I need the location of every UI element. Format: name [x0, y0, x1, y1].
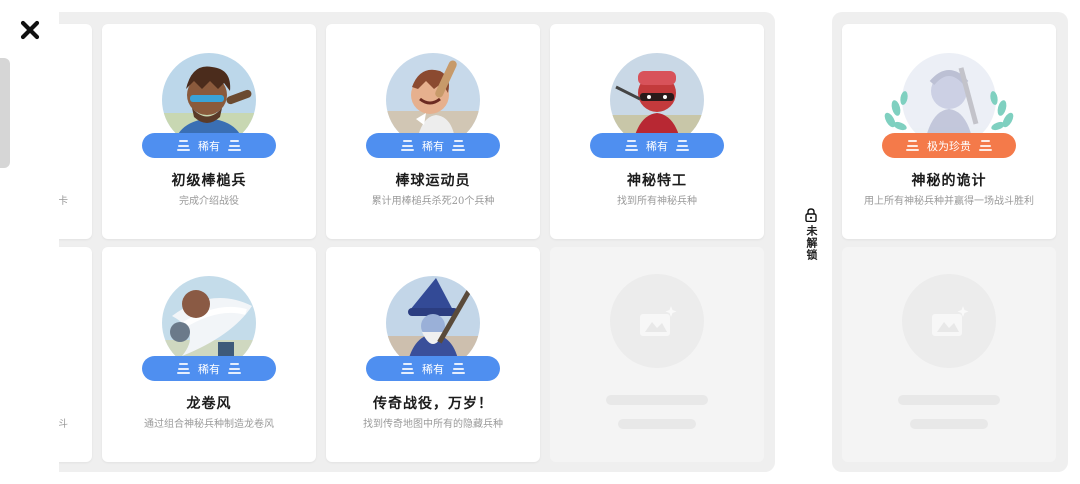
- rank-bars-icon: [228, 140, 241, 151]
- achievements-screen: 卡 斗 稀有 初级棒槌兵 完成介绍战役 稀有 棒球运动员 累计用棒槌兵杀死20个…: [0, 0, 1080, 484]
- close-icon[interactable]: [18, 18, 42, 42]
- rank-bars-icon: [452, 363, 465, 374]
- placeholder-line: [606, 395, 708, 405]
- achievement-desc: 用上所有神秘兵种并赢得一场战斗胜利: [864, 196, 1034, 207]
- rank-bars-icon: [401, 140, 414, 151]
- empty-achievement-slot: [550, 247, 764, 462]
- locked-achievement-card[interactable]: 极为珍贵 神秘的诡计 用上所有神秘兵种并赢得一场战斗胜利: [842, 24, 1056, 239]
- rarity-label: 稀有: [198, 362, 220, 376]
- achievement-desc: 完成介绍战役: [179, 196, 239, 207]
- rarity-badge: 稀有: [142, 356, 276, 381]
- placeholder-line: [618, 419, 696, 429]
- locked-achievements-panel: 极为珍贵 神秘的诡计 用上所有神秘兵种并赢得一场战斗胜利: [832, 12, 1068, 472]
- achievement-card[interactable]: 稀有 龙卷风 通过组合神秘兵种制造龙卷风: [102, 247, 316, 462]
- placeholder-line: [910, 419, 988, 429]
- achievement-title: 初级棒槌兵: [171, 173, 247, 189]
- achievement-desc: 找到所有神秘兵种: [617, 196, 697, 207]
- achievements-panel: 卡 斗 稀有 初级棒槌兵 完成介绍战役 稀有 棒球运动员 累计用棒槌兵杀死20个…: [59, 12, 775, 472]
- lock-icon: [805, 208, 817, 222]
- image-placeholder-icon: [902, 274, 996, 368]
- achievement-desc: 找到传奇地图中所有的隐藏兵种: [363, 419, 503, 430]
- achievement-card[interactable]: 稀有 神秘特工 找到所有神秘兵种: [550, 24, 764, 239]
- achievement-card[interactable]: 稀有 传奇战役，万岁！ 找到传奇地图中所有的隐藏兵种: [326, 247, 540, 462]
- rank-bars-icon: [452, 140, 465, 151]
- empty-achievement-slot: [842, 247, 1056, 462]
- achievement-card-partial[interactable]: 斗: [59, 247, 92, 462]
- placeholder-line: [898, 395, 1000, 405]
- achievement-desc: 通过组合神秘兵种制造龙卷风: [144, 419, 274, 430]
- achievement-title: 龙卷风: [186, 396, 232, 412]
- achievement-card-partial[interactable]: 卡: [59, 24, 92, 239]
- rarity-label: 稀有: [422, 139, 444, 153]
- rank-bars-icon: [676, 140, 689, 151]
- rarity-label: 极为珍贵: [927, 139, 971, 153]
- achievement-title: 神秘的诡计: [911, 173, 987, 189]
- rank-bars-icon: [401, 363, 414, 374]
- side-tab[interactable]: [0, 58, 10, 168]
- rank-bars-icon: [625, 140, 638, 151]
- achievement-card[interactable]: 稀有 棒球运动员 累计用棒槌兵杀死20个兵种: [326, 24, 540, 239]
- rarity-badge: 稀有: [366, 133, 500, 158]
- rank-bars-icon: [177, 140, 190, 151]
- locked-section-label: 未解锁: [800, 208, 822, 261]
- rarity-label: 稀有: [198, 139, 220, 153]
- achievement-title: 神秘特工: [627, 173, 687, 189]
- achievement-title: 棒球运动员: [395, 173, 471, 189]
- rank-bars-icon: [906, 140, 919, 151]
- image-placeholder-icon: [610, 274, 704, 368]
- rarity-label: 稀有: [646, 139, 668, 153]
- rank-bars-icon: [979, 140, 992, 151]
- achievement-desc: 累计用棒槌兵杀死20个兵种: [371, 196, 495, 207]
- laurel-icon: [884, 91, 1014, 131]
- locked-label-text: 未解锁: [805, 225, 818, 261]
- achievement-desc: 卡: [59, 196, 68, 207]
- rarity-label: 稀有: [422, 362, 444, 376]
- rarity-badge: 稀有: [142, 133, 276, 158]
- achievement-title: 传奇战役，万岁！: [373, 396, 493, 412]
- achievement-card[interactable]: 稀有 初级棒槌兵 完成介绍战役: [102, 24, 316, 239]
- rarity-badge: 稀有: [366, 356, 500, 381]
- rank-bars-icon: [177, 363, 190, 374]
- achievement-desc: 斗: [59, 419, 68, 430]
- rank-bars-icon: [228, 363, 241, 374]
- rarity-badge: 极为珍贵: [882, 133, 1016, 158]
- rarity-badge: 稀有: [590, 133, 724, 158]
